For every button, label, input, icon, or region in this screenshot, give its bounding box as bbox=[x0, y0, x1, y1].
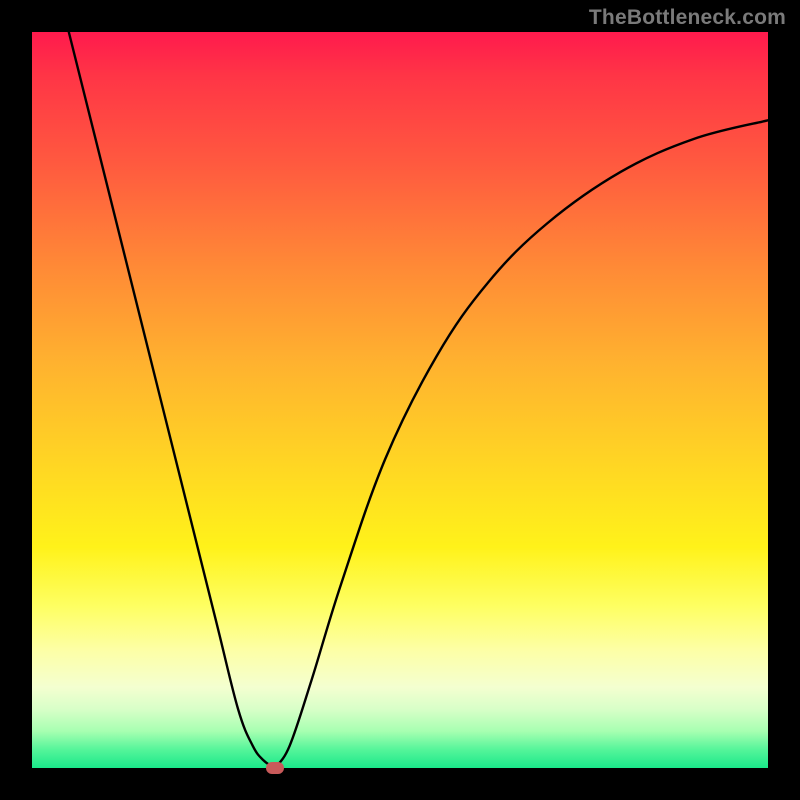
chart-frame: TheBottleneck.com bbox=[0, 0, 800, 800]
optimum-marker bbox=[266, 762, 284, 774]
watermark-text: TheBottleneck.com bbox=[589, 6, 786, 30]
curve-path bbox=[69, 32, 768, 768]
plot-area bbox=[32, 32, 768, 768]
bottleneck-curve bbox=[32, 32, 768, 768]
